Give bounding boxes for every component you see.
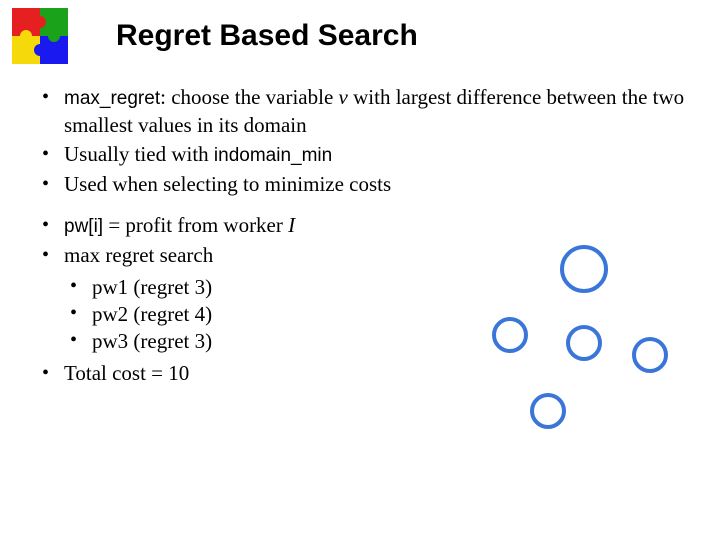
code-text: pw[i] <box>64 216 103 237</box>
bullet-list: max_regret: choose the variable v with l… <box>40 84 690 198</box>
bullet-item: Used when selecting to minimize costs <box>40 171 690 198</box>
node-circle-icon <box>492 317 528 353</box>
node-circle-icon <box>632 337 668 373</box>
node-circle-icon <box>560 245 608 293</box>
slide-header: Regret Based Search <box>0 0 720 64</box>
var-text: v <box>339 85 348 109</box>
bullet-item: pw[i] = profit from worker I <box>40 212 690 240</box>
code-text: indomain_min <box>214 145 332 166</box>
puzzle-logo-icon <box>12 8 68 64</box>
var-text: I <box>288 213 295 237</box>
node-circle-icon <box>530 393 566 429</box>
bullet-item: Usually tied with indomain_min <box>40 141 690 169</box>
slide-title: Regret Based Search <box>116 19 418 53</box>
diagram-circles <box>470 245 690 445</box>
bullet-item: max_regret: choose the variable v with l… <box>40 84 690 139</box>
node-circle-icon <box>566 325 602 361</box>
code-text: max_regret <box>64 88 160 109</box>
